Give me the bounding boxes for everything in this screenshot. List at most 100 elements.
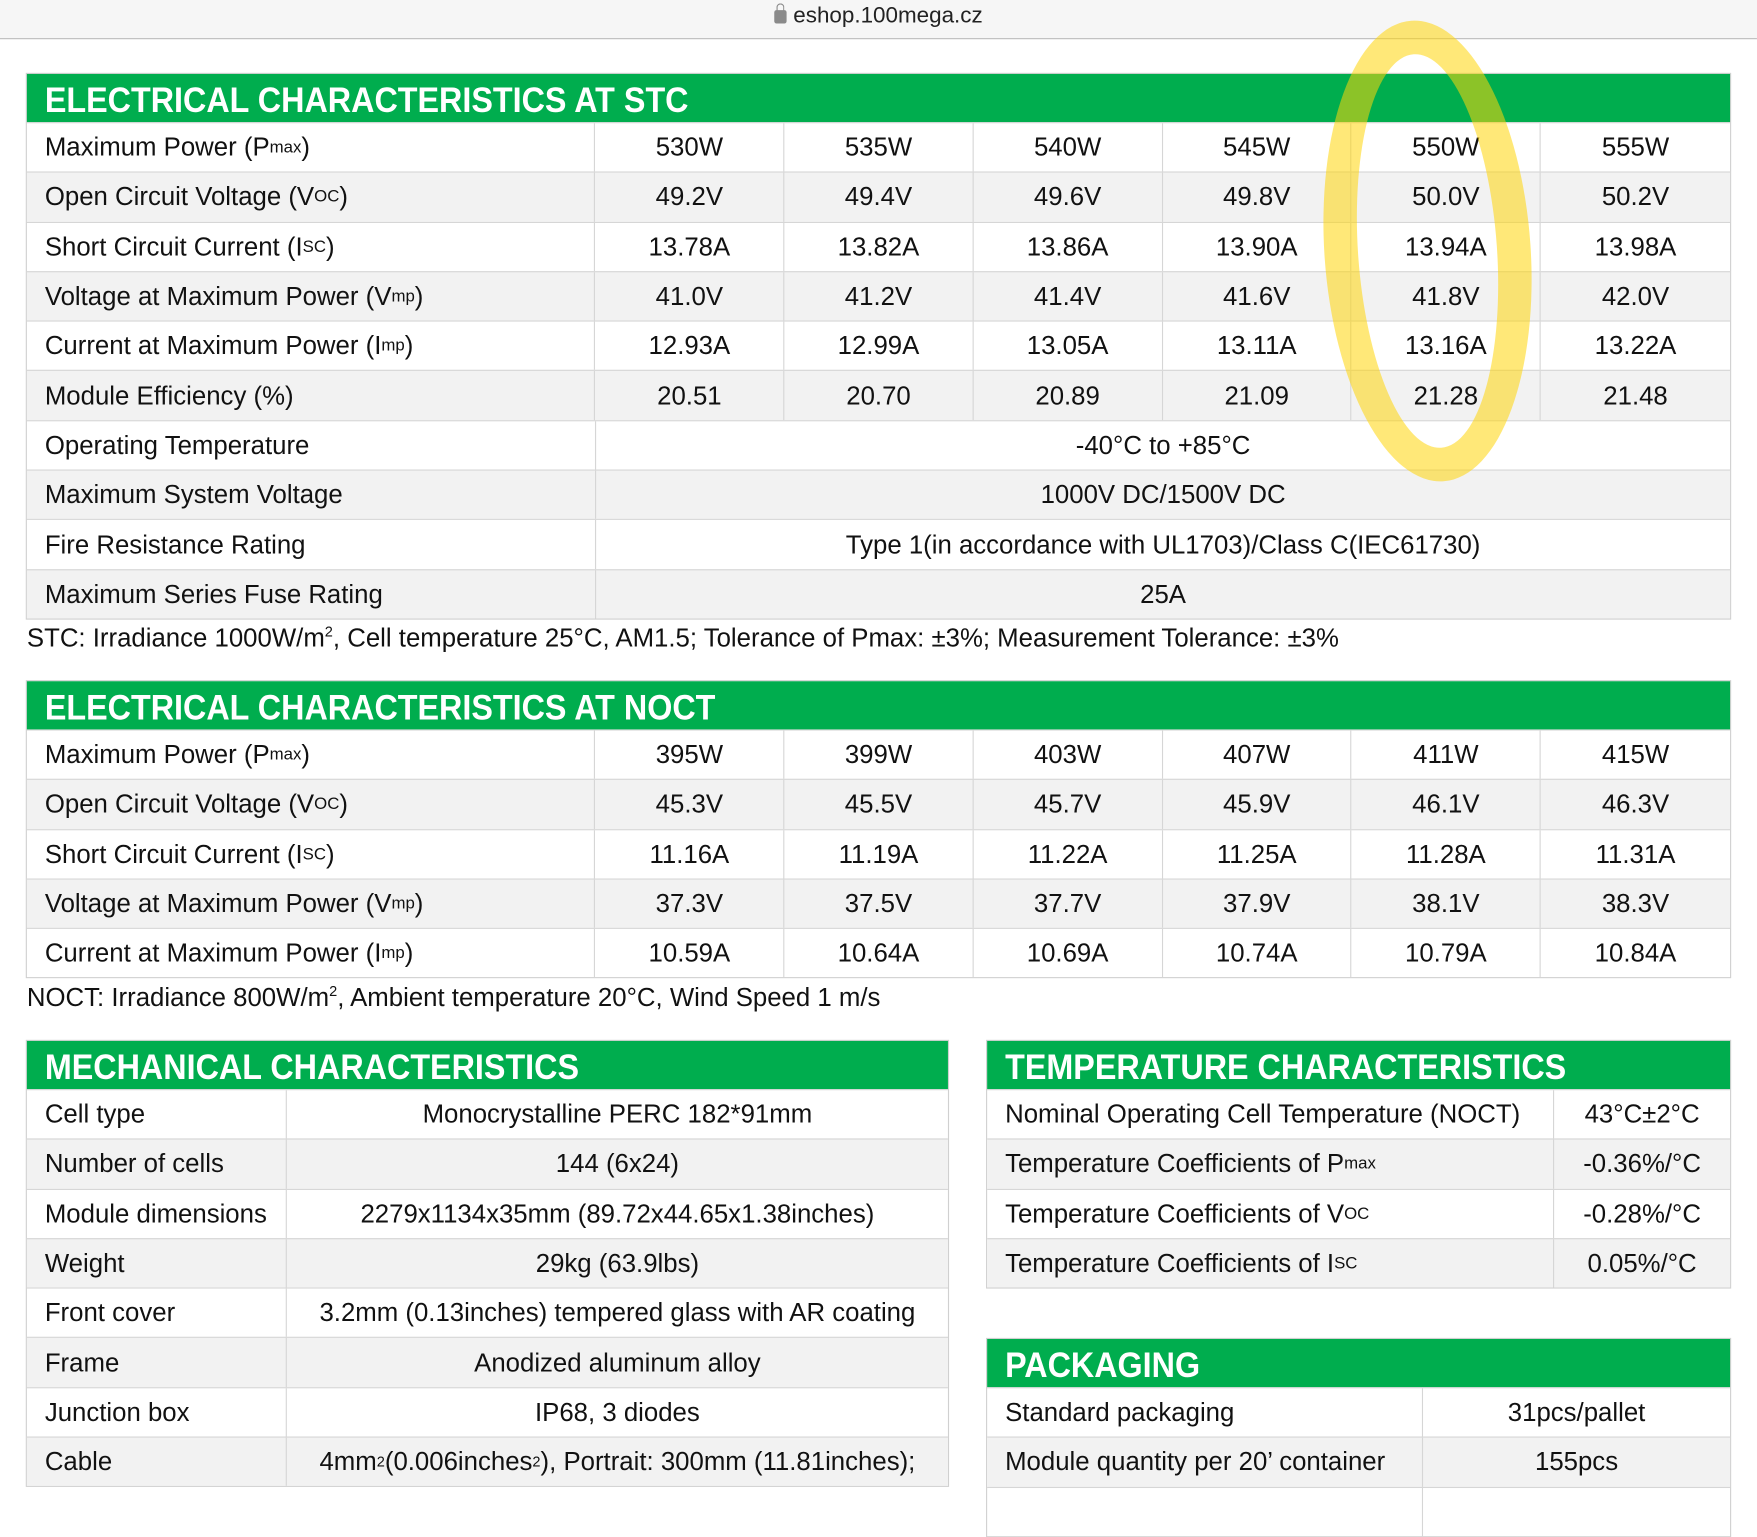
row-label: Temperature Coefficients of I SC [987,1239,1553,1288]
value-cell: 11.16A [594,829,783,879]
value-cell: 41.8V [1350,272,1540,321]
text-part: Short Circuit Current (I [44,231,303,261]
row-label: Nominal Operating Cell Temperature (NOCT… [987,1090,1553,1139]
subscript: max [1344,1154,1376,1174]
row-label: Junction box [27,1388,286,1437]
value-cell: Type 1(in accordance with UL1703)/Class … [594,520,1730,569]
value-cell: 12.93A [594,321,783,371]
text-part: Maximum System Voltage [44,479,343,509]
superscript: 2 [324,622,333,640]
text-part: Cell type [44,1099,146,1129]
value-cell: 50.0V [1350,172,1540,222]
value-cell: 2279x1134x35mm (89.72x44.65x1.38inches) [285,1189,948,1239]
value-cell: 45.7V [972,780,1161,829]
subscript: mp [391,894,415,914]
subscript: max [269,137,302,158]
row-label: Fire Resistance Rating [27,520,595,569]
noct-table: ELECTRICAL CHARACTERISTICS AT NOCT Maximu… [25,680,1732,979]
table-row: Open Circuit Voltage (V OC) 45.3V 45.5V 45.7… [26,779,1731,829]
table-row: Front cover 3.2mm (0.13inches) tempered g… [26,1287,948,1338]
value-cell: 407W [1161,730,1351,780]
subscript: SC [1334,1253,1358,1273]
value-cell: Monocrystalline PERC 182*91mm [285,1090,948,1139]
text-part: ) [339,789,348,819]
value-cell: 10.79A [1350,929,1540,978]
url-text: eshop.100mega.cz [793,3,983,29]
value-cell: 13.98A [1539,222,1730,272]
value-cell: 37.5V [783,879,972,928]
text-part: 3.2mm (0.13inches) tempered glass with A… [319,1297,916,1328]
text-part: Maximum Power (P [44,739,270,769]
text-part: Front cover [44,1297,176,1328]
text-part: Junction box [44,1397,190,1427]
value-cell: 13.94A [1350,222,1540,272]
text-part: ) [301,739,311,769]
row-label: Temperature Coefficients of V OC [987,1190,1553,1239]
url-display[interactable]: eshop.100mega.cz [0,3,1757,29]
table-row [987,1486,1731,1537]
value-cell: 41.4V [972,272,1161,321]
table-row: Operating Temperature -40°C to +85°C [26,419,1731,470]
text-part: ) [404,330,414,361]
row-label: Temperature Coefficients of Pmax [987,1140,1553,1189]
section-title: ELECTRICAL CHARACTERISTICS AT STC [44,80,689,120]
text-part: ) [325,838,335,869]
text-part: Current at Maximum Power (I [44,938,382,968]
value-cell: 43°C±2°C [1553,1090,1730,1139]
text-part: Cable [44,1446,113,1476]
text-part: 2279x1134x35mm (89.72x44.65x1.38inches) [360,1198,875,1228]
table-row: Voltage at Maximum Power (V mp) 37.3V 37.5V… [26,878,1731,928]
value-cell: 13.90A [1161,222,1351,272]
row-label [987,1488,1422,1537]
value-cell: 45.3V [594,780,783,829]
value-cell: 13.05A [972,321,1161,371]
value-cell: 415W [1539,730,1730,780]
subscript: SC [302,844,326,864]
value-cell: 50.2V [1539,172,1730,222]
mechanical-table: MECHANICAL CHARACTERISTICS Cell type Monoc… [25,1039,950,1488]
value-cell: 11.28A [1350,829,1540,879]
row-label: Maximum Power (P max) [27,123,594,172]
table-row: Module quantity per 20’ container 155pcs [987,1436,1731,1487]
browser-address-bar[interactable]: eshop.100mega.cz [0,0,1757,40]
text-part: (0.006inches [384,1446,533,1476]
table-row: Voltage at Maximum Power (V mp) 41.0V 41.2V… [26,271,1731,321]
section-title: PACKAGING [1005,1345,1201,1385]
text-part: Operating Temperature [44,430,310,460]
value-cell: 1000V DC/1500V DC [594,470,1730,520]
text-part: Open Circuit Voltage (V [44,789,315,819]
text-part: Short Circuit Current (I [44,838,303,869]
value-cell: 11.22A [972,829,1161,879]
text-part: NOCT: Irradiance 800W/m [26,982,330,1012]
page: eshop.100mega.cz ELECTRICAL CHARACTERIST… [0,0,1757,1537]
table-row: Current at Maximum Power (I mp) 10.59A 10.6… [26,927,1731,978]
value-cell: 38.1V [1350,879,1540,928]
subscript: OC [314,187,340,207]
value-cell: 0.05%/°C [1553,1239,1730,1288]
text-part: Module dimensions [44,1198,267,1228]
text-part: ) [339,182,348,212]
row-label: Weight [27,1239,286,1288]
value-cell: 10.74A [1161,929,1351,978]
value-cell: 41.6V [1161,272,1351,321]
table-row: Standard packaging 31pcs/pallet [987,1387,1731,1437]
text-part: Open Circuit Voltage (V [44,182,315,212]
row-label: Current at Maximum Power (I mp) [27,322,594,371]
row-label: Short Circuit Current (I SC) [27,223,594,272]
subscript: max [269,745,302,765]
section-header: PACKAGING [987,1338,1731,1388]
text-part: IP68, 3 diodes [535,1397,700,1427]
row-label: Voltage at Maximum Power (V mp) [27,879,594,928]
table-row: Open Circuit Voltage (V OC) 49.2V 49.4V 49.6… [26,171,1731,222]
row-label: Frame [27,1338,286,1387]
superscript: 2 [329,982,338,1000]
packaging-table: PACKAGING Standard packaging 31pcs/pallet M… [986,1337,1732,1537]
subscript: OC [1344,1204,1370,1224]
value-cell: 11.19A [783,829,972,879]
table-row: Frame Anodized aluminum alloy [26,1337,948,1387]
table-row: Short Circuit Current (I SC) 13.78A 13.82A 1… [26,221,1731,272]
text-part: Weight [44,1248,125,1278]
value-cell: 13.78A [594,222,783,272]
value-cell: 13.82A [783,222,972,272]
value-cell: 10.59A [594,929,783,978]
